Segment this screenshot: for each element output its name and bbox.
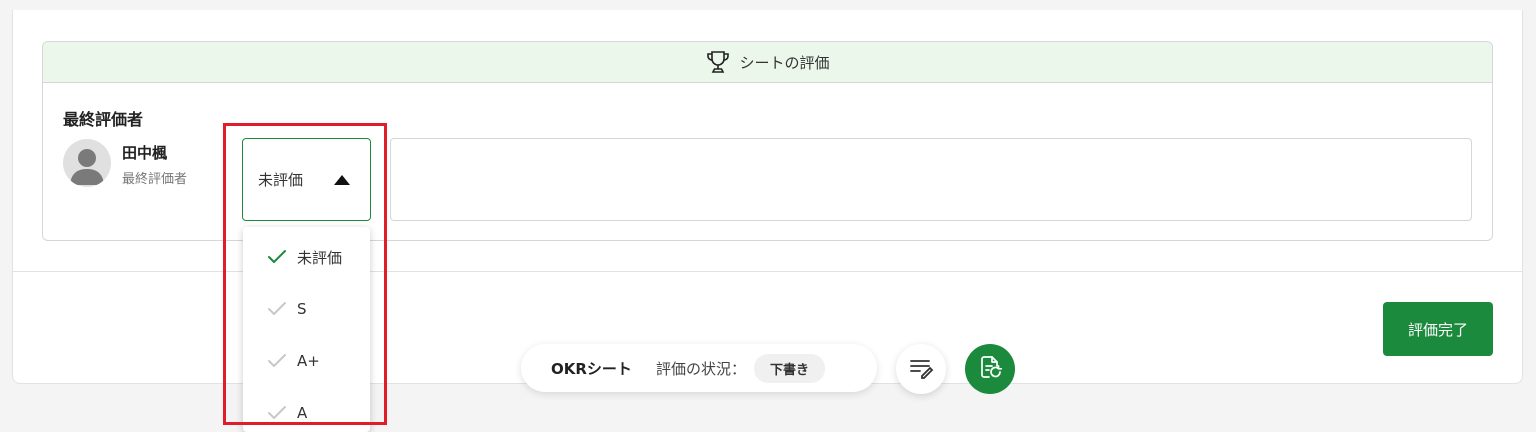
grade-option-unrated[interactable]: 未評価	[243, 231, 370, 283]
check-icon	[267, 353, 297, 369]
grade-option-label: A	[297, 404, 308, 422]
evaluator-heading: 最終評価者	[63, 110, 144, 129]
divider	[12, 271, 1523, 272]
evaluation-comment-field[interactable]	[390, 138, 1472, 221]
grade-option-a-plus[interactable]: A+	[243, 335, 370, 387]
trophy-icon	[705, 49, 731, 75]
avatar	[63, 139, 111, 187]
grade-select[interactable]: 未評価	[242, 138, 371, 221]
grade-option-a[interactable]: A	[243, 387, 370, 432]
document-refresh-button[interactable]	[965, 344, 1015, 394]
grade-dropdown-menu: 未評価 S A+ A	[243, 227, 370, 432]
evaluator-name: 田中楓	[122, 144, 168, 162]
grade-option-label: S	[297, 300, 307, 318]
section-title: シートの評価	[739, 53, 830, 72]
status-badge: 下書き	[753, 353, 825, 383]
grade-option-s[interactable]: S	[243, 283, 370, 335]
caret-up-icon	[334, 175, 350, 185]
grade-select-value: 未評価	[258, 171, 304, 189]
sheet-label: OKRシート	[551, 359, 632, 378]
complete-evaluation-button[interactable]: 評価完了	[1383, 302, 1493, 356]
edit-button[interactable]	[896, 344, 946, 394]
check-icon	[267, 249, 297, 265]
grade-option-label: 未評価	[297, 248, 343, 267]
document-refresh-icon	[977, 354, 1003, 384]
edit-lines-icon	[908, 354, 934, 384]
check-icon	[267, 405, 297, 421]
section-header: シートの評価	[43, 42, 1492, 83]
status-label: 評価の状況：	[655, 359, 746, 378]
status-bar: OKRシート 評価の状況： 下書き	[521, 344, 877, 392]
check-icon	[267, 301, 297, 317]
grade-option-label: A+	[297, 352, 320, 370]
evaluator-role: 最終評価者	[122, 172, 188, 187]
